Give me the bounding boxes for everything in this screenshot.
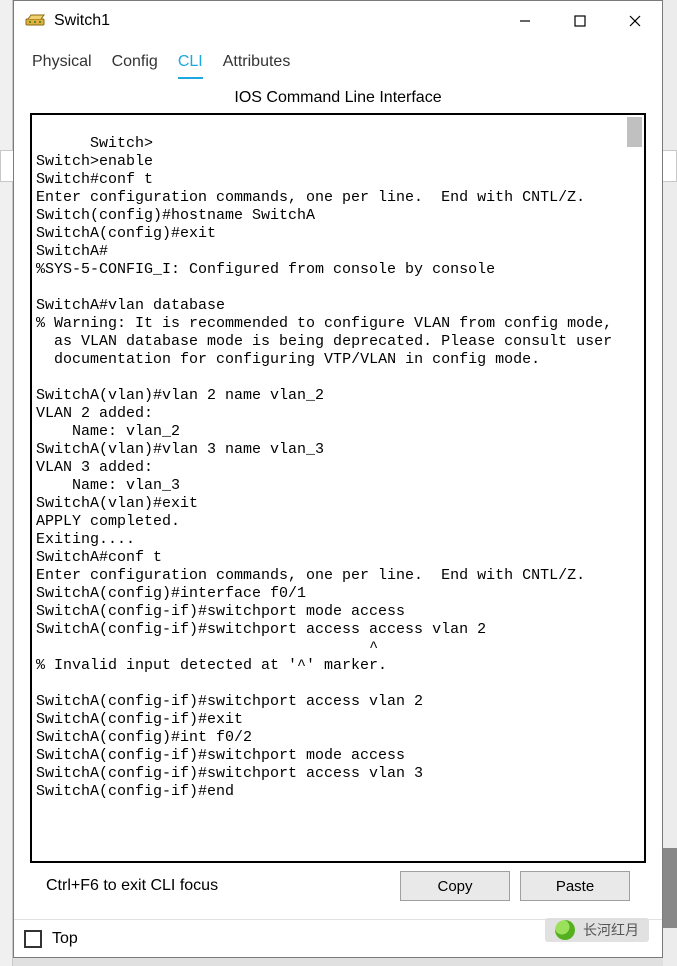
device-window: Switch1 Physical Config CLI Attributes I…: [13, 0, 663, 958]
tab-attributes[interactable]: Attributes: [223, 53, 291, 79]
minimize-button[interactable]: [497, 1, 552, 41]
titlebar[interactable]: Switch1: [14, 1, 662, 41]
watermark: 长河红月: [545, 918, 649, 942]
top-label: Top: [52, 930, 78, 948]
window-control-buttons: [497, 1, 662, 41]
tab-cli[interactable]: CLI: [178, 53, 203, 79]
cli-area: Switch> Switch>enable Switch#conf t Ente…: [30, 113, 646, 919]
copy-button[interactable]: Copy: [400, 871, 510, 901]
cli-terminal[interactable]: Switch> Switch>enable Switch#conf t Ente…: [30, 113, 646, 863]
background-window-left: [0, 0, 13, 966]
close-button[interactable]: [607, 1, 662, 41]
switch-icon: [24, 10, 46, 32]
cli-footer: Ctrl+F6 to exit CLI focus Copy Paste: [30, 863, 646, 919]
tab-bar: Physical Config CLI Attributes: [14, 41, 662, 79]
background-window-right: [663, 0, 677, 966]
tab-config[interactable]: Config: [112, 53, 158, 79]
cli-scrollbar[interactable]: [627, 117, 642, 147]
maximize-button[interactable]: [552, 1, 607, 41]
paste-button[interactable]: Paste: [520, 871, 630, 901]
window-title: Switch1: [54, 12, 110, 30]
tab-physical[interactable]: Physical: [32, 53, 92, 79]
wechat-icon: [555, 920, 575, 940]
top-checkbox[interactable]: [24, 930, 42, 948]
cli-focus-hint: Ctrl+F6 to exit CLI focus: [46, 877, 390, 895]
watermark-text: 长河红月: [583, 920, 639, 940]
cli-header: IOS Command Line Interface: [14, 79, 662, 113]
cli-output: Switch> Switch>enable Switch#conf t Ente…: [36, 135, 612, 800]
